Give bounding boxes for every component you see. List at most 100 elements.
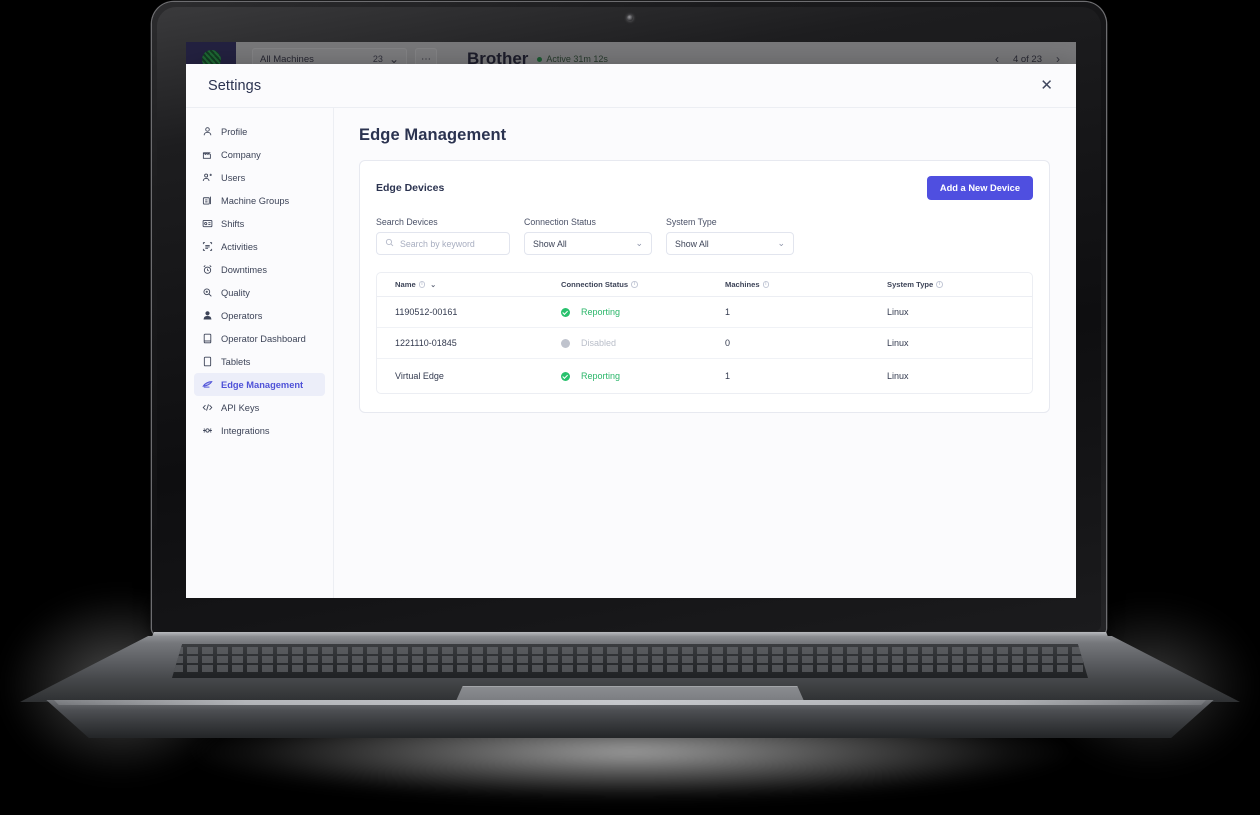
search-devices-label: Search Devices [376, 217, 438, 227]
connection-status-group: Connection Status Show All ⌄ [524, 217, 652, 255]
table-row[interactable]: 1221110-01845 Disabled 0 Linux [377, 328, 1032, 359]
column-header-connection-status[interactable]: Connection Status i [561, 280, 725, 289]
sidebar-item-users[interactable]: Users [194, 166, 325, 189]
alarm-clock-icon [202, 264, 213, 275]
sidebar-item-company[interactable]: Company [194, 143, 325, 166]
sidebar-item-label: Quality [221, 287, 250, 298]
cell-connection-status: Reporting [561, 371, 725, 381]
tablet-icon [202, 356, 213, 367]
column-header-name[interactable]: Name i ⌄ [395, 280, 561, 289]
laptop-front-edge [46, 700, 1214, 738]
column-label: Connection Status [561, 280, 629, 289]
search-input[interactable]: Search by keyword [376, 232, 510, 255]
sidebar-item-machine-groups[interactable]: Machine Groups [194, 189, 325, 212]
column-header-machines[interactable]: Machines i [725, 280, 887, 289]
cell-device-name: 1190512-00161 [395, 307, 458, 317]
status-label: Disabled [581, 338, 617, 348]
modal-title: Settings [208, 77, 262, 94]
column-label: Machines [725, 280, 760, 289]
webcam-icon [627, 15, 633, 21]
edge-devices-table: Name i ⌄ Connection Status i Machines i … [376, 272, 1033, 394]
magnifier-icon [202, 287, 213, 298]
laptop-screen: All Machines 23 ⌄ ⋯ Brother Active 31m 1… [186, 42, 1076, 598]
cell-system-type: Linux [887, 338, 909, 348]
search-icon [385, 238, 394, 249]
sidebar-item-operator-dashboard[interactable]: Operator Dashboard [194, 327, 325, 350]
sidebar-item-label: Profile [221, 126, 248, 137]
sidebar-item-label: Company [221, 149, 261, 160]
cell-device-name: 1221110-01845 [395, 338, 457, 348]
integrations-icon [202, 425, 213, 436]
sidebar-item-quality[interactable]: Quality [194, 281, 325, 304]
screenshot-stage: All Machines 23 ⌄ ⋯ Brother Active 31m 1… [0, 0, 1260, 815]
status-ok-icon [561, 307, 570, 317]
cell-machines: 1 [725, 371, 731, 381]
close-icon[interactable]: ✕ [1034, 74, 1059, 97]
sidebar-item-label: Operators [221, 310, 263, 321]
code-icon [202, 402, 213, 413]
connection-status-select[interactable]: Show All ⌄ [524, 232, 652, 255]
system-type-select[interactable]: Show All ⌄ [666, 232, 794, 255]
sidebar-item-label: Operator Dashboard [221, 333, 306, 344]
sidebar-item-activities[interactable]: Activities [194, 235, 325, 258]
sidebar-item-profile[interactable]: Profile [194, 120, 325, 143]
system-type-value: Show All [675, 238, 709, 249]
search-devices-group: Search Devices Search by keyword [376, 217, 510, 255]
cell-connection-status: Disabled [561, 338, 725, 348]
sidebar-item-label: API Keys [221, 402, 260, 413]
info-icon[interactable]: i [936, 281, 943, 288]
dashboard-icon [202, 333, 213, 344]
system-type-group: System Type Show All ⌄ [666, 217, 794, 255]
card-header: Edge Devices Add a New Device [376, 176, 1033, 200]
sidebar-item-label: Downtimes [221, 264, 267, 275]
search-placeholder: Search by keyword [400, 238, 475, 249]
settings-sidebar: Profile Company Users Machine Groups Shi… [186, 108, 334, 598]
edge-icon [202, 379, 213, 390]
column-header-system-type[interactable]: System Type i [887, 280, 1032, 289]
column-label: System Type [887, 280, 934, 289]
laptop-front-lip [54, 700, 1206, 705]
sidebar-item-api-keys[interactable]: API Keys [194, 396, 325, 419]
sort-chevron-icon[interactable]: ⌄ [430, 281, 436, 289]
sidebar-item-label: Shifts [221, 218, 245, 229]
machine-groups-icon [202, 195, 213, 206]
activities-icon [202, 241, 213, 252]
info-icon[interactable]: i [631, 281, 638, 288]
edge-devices-card: Edge Devices Add a New Device Search Dev… [359, 160, 1050, 413]
operator-icon [202, 310, 213, 321]
modal-header: Settings ✕ [186, 64, 1076, 108]
badge-icon [202, 218, 213, 229]
add-new-device-button[interactable]: Add a New Device [926, 176, 1033, 200]
table-row[interactable]: 1190512-00161 Reporting 1 Linux [377, 297, 1032, 328]
sidebar-item-operators[interactable]: Operators [194, 304, 325, 327]
settings-modal: Settings ✕ Profile Company Users Machine… [186, 64, 1076, 598]
sidebar-item-label: Users [221, 172, 246, 183]
sidebar-item-label: Activities [221, 241, 258, 252]
sidebar-item-integrations[interactable]: Integrations [194, 419, 325, 442]
sidebar-item-edge-management[interactable]: Edge Management [194, 373, 325, 396]
sidebar-item-shifts[interactable]: Shifts [194, 212, 325, 235]
cell-device-name: Virtual Edge [395, 371, 444, 381]
connection-status-label: Connection Status [524, 217, 596, 227]
connection-status-value: Show All [533, 238, 567, 249]
column-label: Name [395, 280, 416, 289]
modal-body: Profile Company Users Machine Groups Shi… [186, 108, 1076, 598]
cell-machines: 1 [725, 307, 731, 317]
sidebar-item-label: Tablets [221, 356, 251, 367]
status-label: Reporting [581, 307, 621, 317]
cell-system-type: Linux [887, 371, 909, 381]
status-ok-icon [561, 371, 570, 381]
sidebar-item-tablets[interactable]: Tablets [194, 350, 325, 373]
info-icon[interactable]: i [418, 281, 426, 288]
sidebar-item-downtimes[interactable]: Downtimes [194, 258, 325, 281]
status-disabled-icon [561, 338, 570, 348]
table-row[interactable]: Virtual Edge Reporting 1 Linux [377, 359, 1032, 393]
settings-main-panel: Edge Management Edge Devices Add a New D… [334, 108, 1076, 598]
filter-bar: Search Devices Search by keyword Connect… [376, 217, 1033, 255]
cell-machines: 0 [725, 338, 731, 348]
table-header-row: Name i ⌄ Connection Status i Machines i … [377, 273, 1032, 297]
cell-connection-status: Reporting [561, 307, 725, 317]
chevron-down-icon: ⌄ [635, 238, 643, 248]
info-icon[interactable]: i [762, 281, 770, 288]
building-icon [202, 149, 213, 160]
